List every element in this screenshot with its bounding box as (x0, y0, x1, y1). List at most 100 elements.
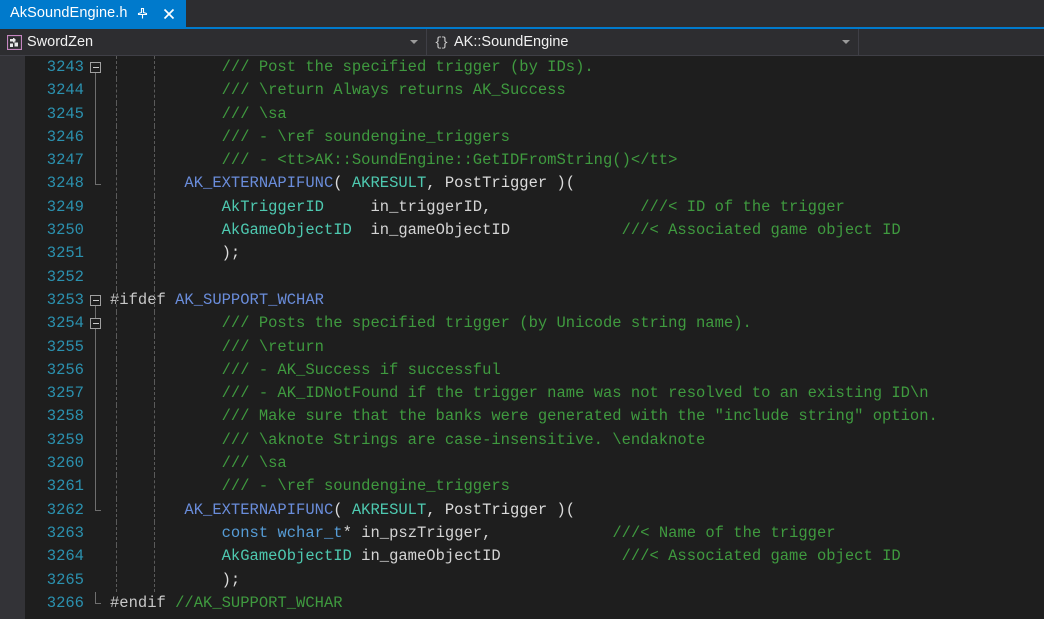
outline-gutter[interactable] (86, 219, 108, 242)
code-text[interactable]: /// Make sure that the banks were genera… (108, 405, 1044, 429)
code-text[interactable]: AK_EXTERNAPIFUNC( AKRESULT, PostTrigger … (108, 172, 1044, 196)
code-line[interactable]: 3261 /// - \ref soundengine_triggers (0, 475, 1044, 499)
code-line[interactable]: 3253 #ifdef AK_SUPPORT_WCHAR (0, 288, 1044, 313)
outline-gutter[interactable] (86, 312, 108, 336)
code-text[interactable]: /// \sa (108, 452, 1044, 476)
outline-gutter[interactable] (86, 358, 108, 383)
outline-gutter[interactable] (86, 405, 108, 429)
code-line[interactable]: 3255 /// \return (0, 335, 1044, 359)
code-line[interactable]: 3266 #endif //AK_SUPPORT_WCHAR (0, 591, 1044, 615)
pin-icon[interactable] (132, 3, 154, 25)
scope-dropdown[interactable]: { } AK::SoundEngine (427, 29, 859, 55)
code-text[interactable]: #endif //AK_SUPPORT_WCHAR (108, 592, 1044, 615)
code-line[interactable]: 3252 (0, 265, 1044, 289)
outline-gutter[interactable] (86, 452, 108, 476)
outline-gutter[interactable] (86, 79, 108, 103)
line-number: 3262 (46, 500, 84, 519)
outline-guide-end (95, 183, 101, 185)
indent-guide (154, 382, 155, 406)
code-line[interactable]: 3247 /// - <tt>AK::SoundEngine::GetIDFro… (0, 149, 1044, 173)
code-token-cmt: /// Posts the specified trigger (by Unic… (221, 314, 752, 333)
outline-gutter[interactable] (86, 382, 108, 406)
code-token-cmt: /// \sa (221, 454, 287, 473)
code-line[interactable]: 3245 /// \sa (0, 102, 1044, 126)
project-dropdown[interactable]: SwordZen (0, 29, 427, 55)
code-token-cmt: /// - <tt>AK::SoundEngine::GetIDFromStri… (221, 151, 678, 170)
code-line[interactable]: 3248 AK_EXTERNAPIFUNC( AKRESULT, PostTri… (0, 172, 1044, 196)
code-line[interactable]: 3259 /// \aknote Strings are case-insens… (0, 428, 1044, 453)
code-line[interactable]: 3249 AkTriggerID in_triggerID, ///< ID o… (0, 195, 1044, 220)
project-chevron-down-icon[interactable] (406, 40, 422, 44)
code-line[interactable]: 3251 ); (0, 242, 1044, 266)
outline-gutter[interactable] (86, 545, 108, 568)
code-text[interactable]: AkGameObjectID in_gameObjectID ///< Asso… (108, 545, 1044, 569)
code-text[interactable]: /// \return Always returns AK_Success (108, 79, 1044, 103)
outline-gutter[interactable] (86, 125, 108, 150)
code-text[interactable]: /// - \ref soundengine_triggers (108, 125, 1044, 150)
code-line[interactable]: 3256 /// - AK_Success if successful (0, 358, 1044, 383)
code-line[interactable]: 3243 /// Post the specified trigger (by … (0, 56, 1044, 80)
code-line[interactable]: 3264 AkGameObjectID in_gameObjectID ///<… (0, 545, 1044, 569)
code-line[interactable]: 3257 /// - AK_IDNotFound if the trigger … (0, 382, 1044, 406)
outline-gutter[interactable] (86, 498, 108, 522)
code-text[interactable]: /// \aknote Strings are case-insensitive… (108, 428, 1044, 453)
code-text[interactable]: AK_EXTERNAPIFUNC( AKRESULT, PostTrigger … (108, 498, 1044, 522)
tab-strip-empty-area (186, 0, 1044, 27)
code-line[interactable]: 3254 /// Posts the specified trigger (by… (0, 312, 1044, 336)
code-text[interactable]: /// \sa (108, 102, 1044, 126)
code-text[interactable] (108, 265, 1044, 289)
code-text[interactable]: /// - AK_IDNotFound if the trigger name … (108, 382, 1044, 406)
outline-gutter[interactable] (86, 335, 108, 359)
outline-gutter[interactable] (86, 56, 108, 80)
outline-gutter[interactable] (86, 569, 108, 592)
collapse-region-icon[interactable] (90, 295, 101, 307)
outline-gutter[interactable] (86, 428, 108, 453)
code-token-cmt: /// - \ref soundengine_triggers (221, 127, 510, 146)
code-text[interactable]: /// Post the specified trigger (by IDs). (108, 56, 1044, 80)
outline-gutter[interactable] (86, 102, 108, 126)
close-icon[interactable] (158, 3, 180, 25)
code-text[interactable]: AkTriggerID in_triggerID, ///< ID of the… (108, 195, 1044, 220)
code-text[interactable]: /// \return (108, 335, 1044, 359)
outline-gutter[interactable] (86, 242, 108, 265)
code-line[interactable]: 3263 const wchar_t* in_pszTrigger, ///< … (0, 521, 1044, 546)
code-token-typ: AKRESULT (351, 174, 427, 193)
code-text[interactable]: /// - <tt>AK::SoundEngine::GetIDFromStri… (108, 149, 1044, 173)
outline-guide-line (95, 428, 96, 453)
code-line[interactable]: 3262 AK_EXTERNAPIFUNC( AKRESULT, PostTri… (0, 498, 1044, 522)
code-token-plain: ); (110, 570, 241, 589)
scope-chevron-down-icon[interactable] (838, 40, 854, 44)
outline-gutter[interactable] (86, 591, 108, 615)
code-line[interactable]: 3258 /// Make sure that the banks were g… (0, 405, 1044, 429)
code-line[interactable]: 3246 /// - \ref soundengine_triggers (0, 125, 1044, 150)
collapse-region-icon[interactable] (90, 62, 101, 74)
code-editor[interactable]: 3243 /// Post the specified trigger (by … (0, 56, 1044, 619)
indent-guide (154, 498, 155, 522)
code-text[interactable]: ); (108, 568, 1044, 592)
outline-gutter[interactable] (86, 289, 108, 313)
outline-gutter[interactable] (86, 266, 108, 289)
collapse-region-icon[interactable] (90, 318, 101, 330)
indent-guide (116, 568, 117, 592)
outline-gutter[interactable] (86, 475, 108, 499)
outline-gutter[interactable] (86, 172, 108, 195)
code-line[interactable]: 3244 /// \return Always returns AK_Succe… (0, 79, 1044, 103)
code-text[interactable]: ); (108, 242, 1044, 266)
outline-gutter[interactable] (86, 196, 108, 219)
tab-aksoundengine-h[interactable]: AkSoundEngine.h (0, 0, 186, 27)
code-token-typ: AKRESULT (351, 500, 427, 519)
code-text[interactable]: const wchar_t* in_pszTrigger, ///< Name … (108, 521, 1044, 546)
code-text[interactable]: #ifdef AK_SUPPORT_WCHAR (108, 288, 1044, 313)
outline-gutter[interactable] (86, 149, 108, 173)
code-text[interactable]: /// - \ref soundengine_triggers (108, 475, 1044, 499)
code-line[interactable]: 3265 ); (0, 568, 1044, 592)
outline-gutter[interactable] (86, 522, 108, 545)
code-text[interactable]: /// Posts the specified trigger (by Unic… (108, 312, 1044, 336)
code-line[interactable]: 3260 /// \sa (0, 452, 1044, 476)
code-text[interactable]: AkGameObjectID in_gameObjectID ///< Asso… (108, 219, 1044, 243)
line-number: 3260 (46, 454, 84, 473)
member-dropdown[interactable] (859, 29, 1044, 55)
code-line[interactable]: 3250 AkGameObjectID in_gameObjectID ///<… (0, 219, 1044, 243)
code-text[interactable]: /// - AK_Success if successful (108, 358, 1044, 383)
